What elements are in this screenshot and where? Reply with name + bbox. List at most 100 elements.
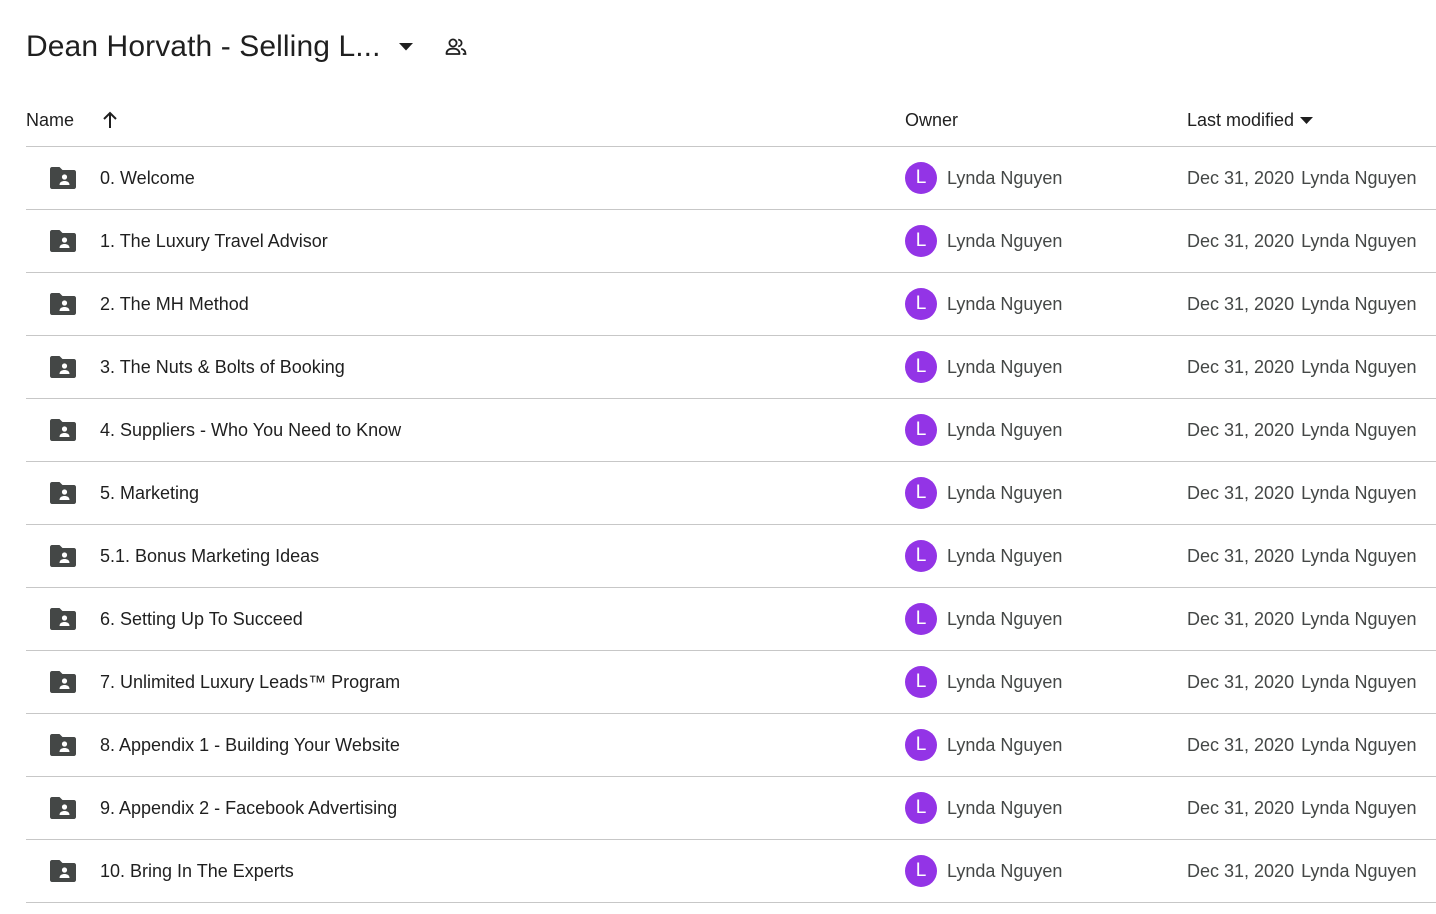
owner-avatar[interactable]: L xyxy=(905,288,937,320)
shared-folder-icon xyxy=(50,608,76,630)
folder-title[interactable]: Dean Horvath - Selling L... xyxy=(26,30,381,64)
column-header-owner[interactable]: Owner xyxy=(905,100,958,140)
last-modified: Dec 31, 2020 Lynda Nguyen xyxy=(1187,210,1417,272)
modified-by: Lynda Nguyen xyxy=(1301,168,1417,188)
last-modified: Dec 31, 2020 Lynda Nguyen xyxy=(1187,336,1417,398)
owner-name: Lynda Nguyen xyxy=(947,231,1063,251)
file-row[interactable]: 1. The Luxury Travel Advisor L Lynda Ngu… xyxy=(26,210,1436,273)
modified-by: Lynda Nguyen xyxy=(1301,861,1417,881)
last-modified: Dec 31, 2020 Lynda Nguyen xyxy=(1187,840,1417,902)
modified-date: Dec 31, 2020 xyxy=(1187,168,1295,188)
shared-folder-icon xyxy=(50,167,76,189)
file-name[interactable]: 5.1. Bonus Marketing Ideas xyxy=(100,525,319,587)
last-modified: Dec 31, 2020 Lynda Nguyen xyxy=(1187,147,1417,209)
file-name[interactable]: 8. Appendix 1 - Building Your Website xyxy=(100,714,400,776)
drive-folder-view: Dean Horvath - Selling L... Name Owner L… xyxy=(0,0,1436,914)
file-name[interactable]: 6. Setting Up To Succeed xyxy=(100,588,303,650)
modified-by: Lynda Nguyen xyxy=(1301,420,1417,440)
file-row[interactable]: 3. The Nuts & Bolts of Booking L Lynda N… xyxy=(26,336,1436,399)
owner-name: Lynda Nguyen xyxy=(947,861,1063,881)
shared-folder-icon xyxy=(50,293,76,315)
modified-by: Lynda Nguyen xyxy=(1301,294,1417,314)
owner-avatar[interactable]: L xyxy=(905,162,937,194)
owner-name: Lynda Nguyen xyxy=(947,798,1063,818)
modified-by: Lynda Nguyen xyxy=(1301,798,1417,818)
last-modified: Dec 31, 2020 Lynda Nguyen xyxy=(1187,777,1417,839)
modified-date: Dec 31, 2020 xyxy=(1187,798,1295,818)
file-name[interactable]: 7. Unlimited Luxury Leads™ Program xyxy=(100,651,400,713)
file-row[interactable]: 10. Bring In The Experts L Lynda Nguyen … xyxy=(26,840,1436,903)
modified-date: Dec 31, 2020 xyxy=(1187,483,1295,503)
modified-by: Lynda Nguyen xyxy=(1301,546,1417,566)
modified-date: Dec 31, 2020 xyxy=(1187,672,1295,692)
modified-by: Lynda Nguyen xyxy=(1301,483,1417,503)
modified-date: Dec 31, 2020 xyxy=(1187,735,1295,755)
shared-folder-icon xyxy=(50,419,76,441)
owner-avatar[interactable]: L xyxy=(905,666,937,698)
last-modified: Dec 31, 2020 Lynda Nguyen xyxy=(1187,462,1417,524)
owner-name: Lynda Nguyen xyxy=(947,609,1063,629)
owner-avatar[interactable]: L xyxy=(905,855,937,887)
column-header-last-modified[interactable]: Last modified xyxy=(1187,100,1314,140)
column-last-modified-label: Last modified xyxy=(1187,109,1295,130)
people-icon xyxy=(445,38,466,55)
modified-by: Lynda Nguyen xyxy=(1301,609,1417,629)
shared-folder-icon xyxy=(50,671,76,693)
last-modified: Dec 31, 2020 Lynda Nguyen xyxy=(1187,399,1417,461)
owner-name: Lynda Nguyen xyxy=(947,357,1063,377)
file-row[interactable]: 2. The MH Method L Lynda Nguyen Dec 31, … xyxy=(26,273,1436,336)
owner-avatar[interactable]: L xyxy=(905,792,937,824)
owner-avatar[interactable]: L xyxy=(905,414,937,446)
owner-name: Lynda Nguyen xyxy=(947,483,1063,503)
file-name[interactable]: 2. The MH Method xyxy=(100,273,249,335)
sort-direction-button[interactable] xyxy=(102,111,118,129)
file-name[interactable]: 1. The Luxury Travel Advisor xyxy=(100,210,328,272)
modified-date: Dec 31, 2020 xyxy=(1187,231,1295,251)
last-modified: Dec 31, 2020 Lynda Nguyen xyxy=(1187,525,1417,587)
shared-folder-icon xyxy=(50,734,76,756)
modified-by: Lynda Nguyen xyxy=(1301,357,1417,377)
file-name[interactable]: 4. Suppliers - Who You Need to Know xyxy=(100,399,401,461)
folder-menu-button[interactable] xyxy=(391,32,421,62)
file-row[interactable]: 5.1. Bonus Marketing Ideas L Lynda Nguye… xyxy=(26,525,1436,588)
shared-folder-icon xyxy=(50,797,76,819)
modified-by: Lynda Nguyen xyxy=(1301,735,1417,755)
file-row[interactable]: 4. Suppliers - Who You Need to Know L Ly… xyxy=(26,399,1436,462)
file-name[interactable]: 0. Welcome xyxy=(100,147,195,209)
owner-avatar[interactable]: L xyxy=(905,540,937,572)
owner-name: Lynda Nguyen xyxy=(947,168,1063,188)
owner-avatar[interactable]: L xyxy=(905,477,937,509)
file-row[interactable]: 8. Appendix 1 - Building Your Website L … xyxy=(26,714,1436,777)
owner-name: Lynda Nguyen xyxy=(947,294,1063,314)
file-row[interactable]: 7. Unlimited Luxury Leads™ Program L Lyn… xyxy=(26,651,1436,714)
owner-avatar[interactable]: L xyxy=(905,351,937,383)
modified-date: Dec 31, 2020 xyxy=(1187,861,1295,881)
file-row[interactable]: 5. Marketing L Lynda Nguyen Dec 31, 2020… xyxy=(26,462,1436,525)
owner-avatar[interactable]: L xyxy=(905,225,937,257)
file-name[interactable]: 10. Bring In The Experts xyxy=(100,840,294,902)
shared-folder-icon xyxy=(50,482,76,504)
file-row[interactable]: 9. Appendix 2 - Facebook Advertising L L… xyxy=(26,777,1436,840)
shared-with-button[interactable] xyxy=(441,32,471,62)
owner-avatar[interactable]: L xyxy=(905,729,937,761)
arrow-drop-down-icon xyxy=(1300,116,1314,124)
modified-date: Dec 31, 2020 xyxy=(1187,294,1295,314)
file-name[interactable]: 3. The Nuts & Bolts of Booking xyxy=(100,336,345,398)
column-name-label: Name xyxy=(26,109,75,130)
folder-header: Dean Horvath - Selling L... xyxy=(26,24,471,70)
file-name[interactable]: 9. Appendix 2 - Facebook Advertising xyxy=(100,777,397,839)
last-modified: Dec 31, 2020 Lynda Nguyen xyxy=(1187,714,1417,776)
shared-folder-icon xyxy=(50,230,76,252)
owner-name: Lynda Nguyen xyxy=(947,672,1063,692)
column-header-name[interactable]: Name xyxy=(26,100,118,140)
owner-name: Lynda Nguyen xyxy=(947,420,1063,440)
arrow-drop-down-icon xyxy=(398,43,413,51)
modified-by: Lynda Nguyen xyxy=(1301,231,1417,251)
file-row[interactable]: 6. Setting Up To Succeed L Lynda Nguyen … xyxy=(26,588,1436,651)
owner-avatar[interactable]: L xyxy=(905,603,937,635)
file-row[interactable]: 0. Welcome L Lynda Nguyen Dec 31, 2020 Ly… xyxy=(26,147,1436,210)
file-name[interactable]: 5. Marketing xyxy=(100,462,199,524)
modified-date: Dec 31, 2020 xyxy=(1187,420,1295,440)
owner-name: Lynda Nguyen xyxy=(947,546,1063,566)
modified-date: Dec 31, 2020 xyxy=(1187,357,1295,377)
